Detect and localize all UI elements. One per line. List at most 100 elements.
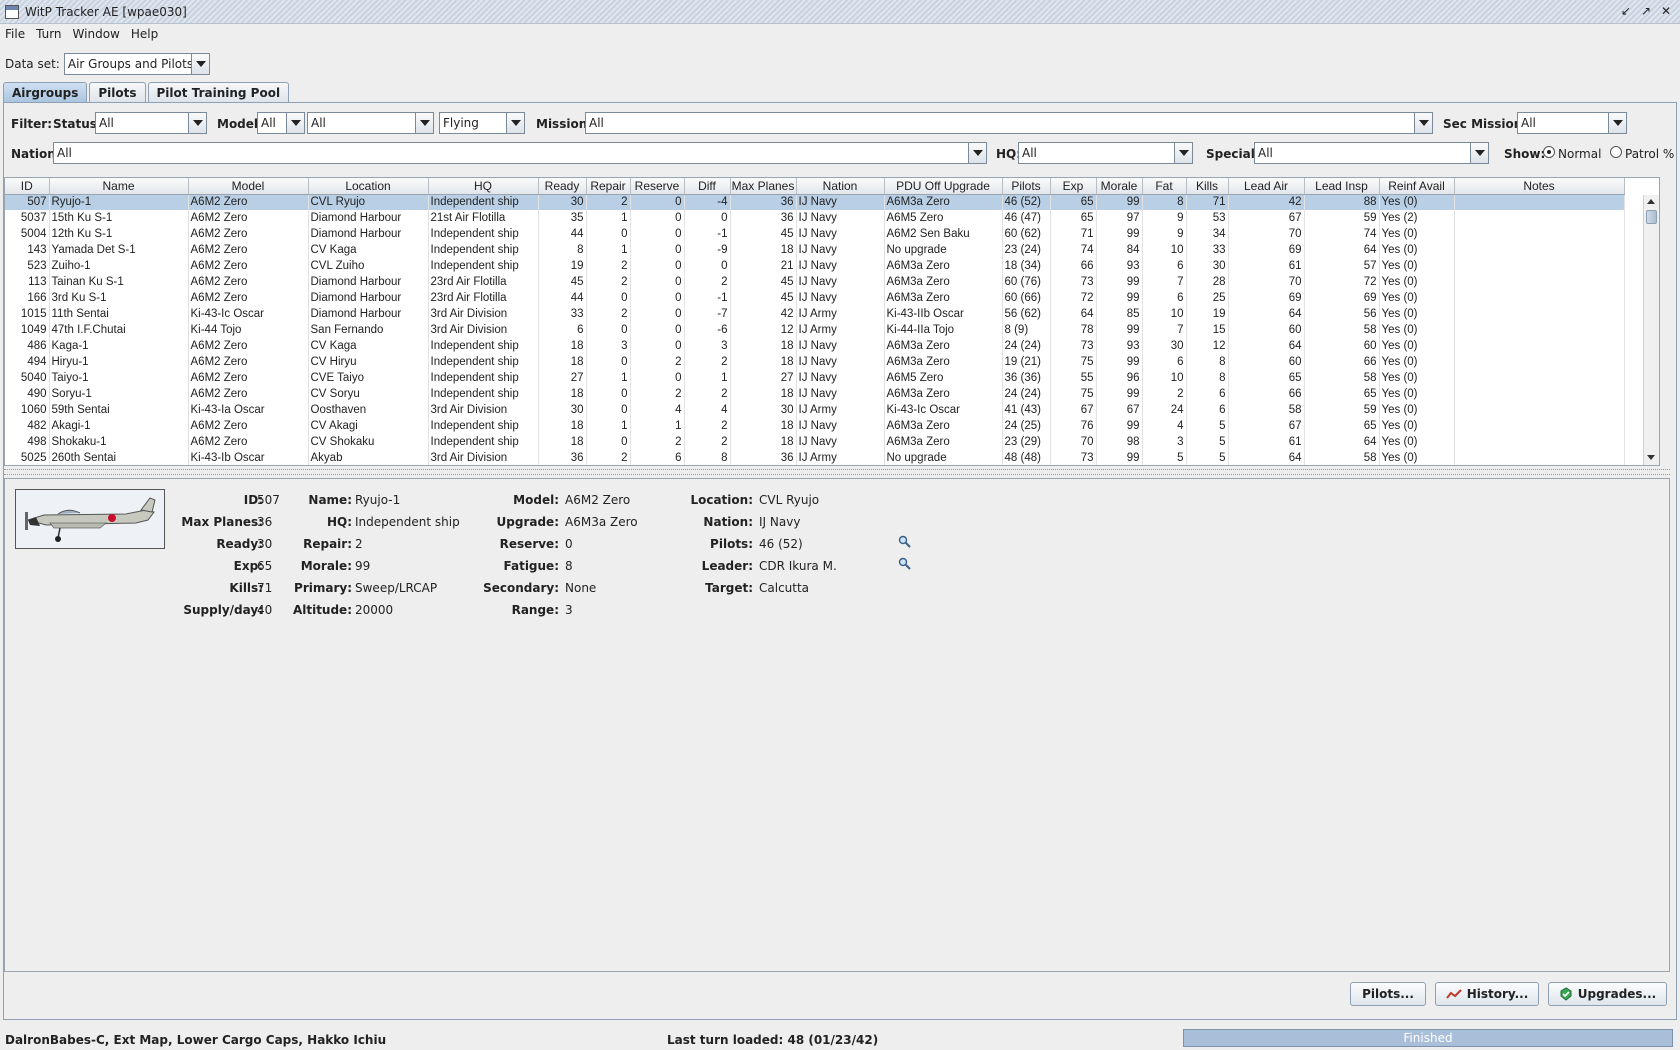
column-header[interactable]: Nation (796, 178, 885, 195)
show-label: Show: (1504, 147, 1546, 161)
chevron-down-icon[interactable] (506, 113, 524, 133)
table-cell (1454, 258, 1625, 274)
table-cell: 3rd Air Division (428, 450, 539, 465)
menu-help[interactable]: Help (129, 27, 167, 41)
table-row[interactable]: 5037 15th Ku S-1 A6M2 Zero Diamond Harbour 2… (5, 210, 1625, 226)
minimize-icon[interactable]: ↙ (1618, 3, 1634, 19)
table-cell: A6M3a Zero (884, 354, 1003, 370)
maximize-icon[interactable]: ↗ (1638, 3, 1654, 19)
table-cell: 0 (630, 210, 685, 226)
hq-select[interactable]: All (1018, 142, 1193, 164)
model-select-2[interactable]: All (307, 112, 434, 134)
column-header[interactable]: Max Planes (730, 178, 797, 195)
chevron-down-icon[interactable] (1414, 113, 1432, 133)
column-header[interactable]: Reserve (630, 178, 685, 195)
mission-select[interactable]: All (585, 112, 1433, 134)
column-header[interactable]: Morale (1096, 178, 1143, 195)
table-row[interactable]: 143 Yamada Det S-1 A6M2 Zero CV Kaga Indepen… (5, 242, 1625, 258)
scroll-thumb[interactable] (1646, 210, 1657, 224)
table-row[interactable]: 507 Ryujo-1 A6M2 Zero CVL Ryujo Independent … (5, 194, 1625, 210)
menu-window[interactable]: Window (71, 27, 129, 41)
table-cell: 3 (586, 338, 631, 354)
table-row[interactable]: 1049 47th I.F.Chutai Ki-44 Tojo San Fernand… (5, 322, 1625, 338)
column-header[interactable]: Pilots (1002, 178, 1051, 195)
special-select[interactable]: All (1254, 142, 1489, 164)
menu-turn[interactable]: Turn (34, 27, 70, 41)
search-icon[interactable] (898, 557, 911, 570)
column-header[interactable]: Exp (1050, 178, 1097, 195)
table-row[interactable]: 523 Zuiho-1 A6M2 Zero CVL Zuiho Independent … (5, 258, 1625, 274)
column-header[interactable]: Diff (684, 178, 731, 195)
table-row[interactable]: 482 Akagi-1 A6M2 Zero CV Akagi Independent s… (5, 418, 1625, 434)
nation-select[interactable]: All (53, 142, 987, 164)
table-cell: CV Kaga (308, 338, 429, 354)
column-header[interactable]: ID (5, 178, 50, 195)
table-cell: 10 (1142, 370, 1187, 386)
table-cell: 60 (62) (1002, 226, 1051, 242)
scroll-down-icon[interactable] (1644, 451, 1659, 465)
table-row[interactable]: 113 Tainan Ku S-1 A6M2 Zero Diamond Harbour… (5, 274, 1625, 290)
upgrades-button[interactable]: Upgrades... (1548, 982, 1667, 1006)
chevron-down-icon[interactable] (190, 54, 209, 74)
column-header[interactable]: HQ (428, 178, 539, 195)
detail-location-label: Location: (690, 493, 753, 507)
radio-normal[interactable] (1543, 146, 1555, 158)
table-cell: -7 (684, 306, 731, 322)
sec-mission-select[interactable]: All (1517, 112, 1627, 134)
table-cell: 21 (730, 258, 797, 274)
table-cell: A6M2 Zero (188, 434, 309, 450)
flying-select[interactable]: Flying (439, 112, 525, 134)
column-header[interactable]: Repair (586, 178, 631, 195)
chevron-down-icon[interactable] (1608, 113, 1626, 133)
search-icon[interactable] (898, 535, 911, 548)
history-button[interactable]: History... (1435, 982, 1539, 1006)
table-cell (1454, 322, 1625, 338)
menu-file[interactable]: File (3, 27, 34, 41)
column-header[interactable]: Name (49, 178, 189, 195)
column-header[interactable]: PDU Off Upgrade (884, 178, 1003, 195)
table-row[interactable]: 498 Shokaku-1 A6M2 Zero CV Shokaku Independe… (5, 434, 1625, 450)
chevron-down-icon[interactable] (415, 113, 433, 133)
table-cell: 24 (1142, 402, 1187, 418)
table-cell: 45 (730, 274, 797, 290)
chevron-down-icon[interactable] (1470, 143, 1488, 163)
tab-airgroups[interactable]: Airgroups (3, 82, 88, 103)
column-header[interactable]: Location (308, 178, 429, 195)
column-header[interactable]: Fat (1142, 178, 1187, 195)
model-select-1[interactable]: All (257, 112, 305, 134)
column-header[interactable]: Reinf Avail (1379, 178, 1455, 195)
pilots-button[interactable]: Pilots... (1350, 982, 1426, 1006)
scroll-up-icon[interactable] (1644, 195, 1659, 209)
split-pane-divider[interactable] (4, 469, 1670, 475)
chevron-down-icon[interactable] (1174, 143, 1192, 163)
column-header[interactable]: Ready (538, 178, 587, 195)
column-header[interactable]: Lead Insp (1304, 178, 1380, 195)
table-row[interactable]: 1015 11th Sentai Ki-43-Ic Oscar Diamond Har… (5, 306, 1625, 322)
table-cell: Ki-44 Tojo (188, 322, 309, 338)
table-scrollbar[interactable] (1643, 195, 1659, 465)
column-header[interactable]: Lead Air (1228, 178, 1305, 195)
chevron-down-icon[interactable] (286, 113, 304, 133)
status-select[interactable]: All (95, 112, 207, 134)
column-header[interactable]: Kills (1186, 178, 1229, 195)
table-row[interactable]: 494 Hiryu-1 A6M2 Zero CV Hiryu Independent s… (5, 354, 1625, 370)
table-row[interactable]: 1060 59th Sentai Ki-43-Ia Oscar Oosthaven 3r… (5, 402, 1625, 418)
chevron-down-icon[interactable] (188, 113, 206, 133)
table-row[interactable]: 486 Kaga-1 A6M2 Zero CV Kaga Independent shi… (5, 338, 1625, 354)
table-row[interactable]: 166 3rd Ku S-1 A6M2 Zero Diamond Harbour 23r… (5, 290, 1625, 306)
tab-pilots[interactable]: Pilots (89, 82, 146, 103)
progress-label: Finished (1403, 1031, 1453, 1045)
table-row[interactable]: 5004 12th Ku S-1 A6M2 Zero Diamond Harbour I… (5, 226, 1625, 242)
dataset-select[interactable]: Air Groups and Pilots (63, 53, 210, 75)
close-icon[interactable]: ✕ (1658, 3, 1674, 19)
table-row[interactable]: 5025 260th Sentai Ki-43-Ib Oscar Akyab 3rd A… (5, 450, 1625, 465)
table-row[interactable]: 490 Soryu-1 A6M2 Zero CV Soryu Independent s… (5, 386, 1625, 402)
column-header[interactable]: Notes (1454, 178, 1625, 195)
table-cell: 67 (1096, 402, 1143, 418)
radio-patrol[interactable] (1610, 146, 1622, 158)
column-header[interactable]: Model (188, 178, 309, 195)
tab-pilot-training-pool[interactable]: Pilot Training Pool (147, 82, 290, 103)
table-cell: 25 (1186, 290, 1229, 306)
chevron-down-icon[interactable] (968, 143, 986, 163)
table-row[interactable]: 5040 Taiyo-1 A6M2 Zero CVE Taiyo Independent… (5, 370, 1625, 386)
